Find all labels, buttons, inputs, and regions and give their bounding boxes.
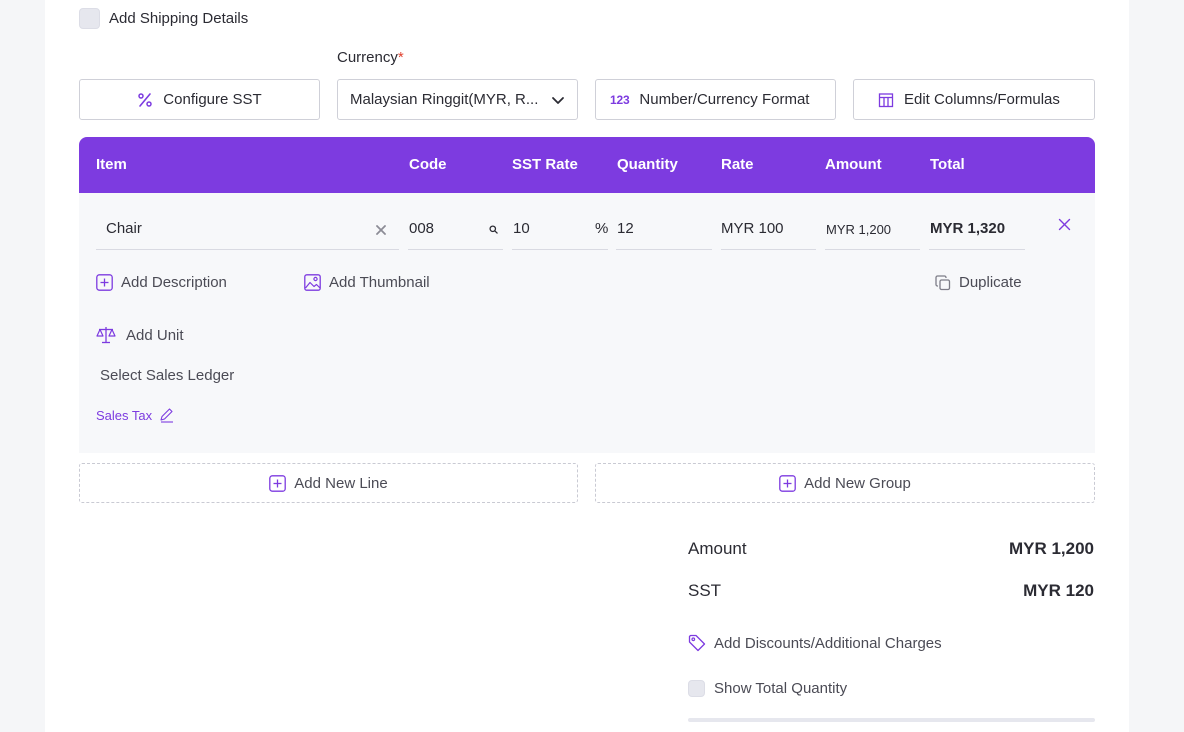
summary-sst-value: MYR 120 <box>1023 581 1094 600</box>
header-total: Total <box>930 156 965 173</box>
plus-square-icon <box>96 274 113 291</box>
pencil-icon <box>160 408 174 423</box>
header-amount: Amount <box>825 156 882 173</box>
rate-value: MYR 100 <box>721 220 784 237</box>
add-new-group-button[interactable]: Add New Group <box>595 463 1095 503</box>
duplicate-label: Duplicate <box>959 274 1022 291</box>
rate-field[interactable]: MYR 100 <box>721 193 816 250</box>
header-item: Item <box>96 156 127 173</box>
add-thumbnail-label: Add Thumbnail <box>329 274 430 291</box>
header-quantity: Quantity <box>617 156 678 173</box>
add-discounts-button[interactable]: Add Discounts/Additional Charges <box>688 634 942 652</box>
sst-rate-field[interactable]: 10 % <box>512 193 608 250</box>
total-field: MYR 1,320 <box>929 193 1025 250</box>
image-icon <box>304 274 321 291</box>
tag-icon <box>688 634 706 652</box>
code-value: 008 <box>409 220 435 237</box>
sales-tax-link[interactable]: Sales Tax <box>96 407 174 423</box>
percent-unit: % <box>595 220 609 237</box>
shipping-checkbox[interactable] <box>79 8 100 29</box>
item-name-field[interactable]: Chair <box>96 193 399 250</box>
amount-field: MYR 1,200 <box>825 193 920 250</box>
number-format-icon: 123 <box>610 92 630 107</box>
shipping-label: Add Shipping Details <box>109 10 249 27</box>
add-discounts-label: Add Discounts/Additional Charges <box>714 634 942 652</box>
currency-selected-value: Malaysian Ringgit(MYR, R... <box>350 91 539 108</box>
currency-select[interactable]: Malaysian Ringgit(MYR, R... <box>337 79 578 120</box>
configure-sst-button[interactable]: Configure SST <box>79 79 320 120</box>
add-new-group-label: Add New Group <box>804 474 911 492</box>
configure-sst-label: Configure SST <box>163 91 262 108</box>
percent-icon <box>138 92 153 107</box>
required-mark: * <box>397 49 404 66</box>
sales-tax-label: Sales Tax <box>96 407 153 423</box>
add-new-line-label: Add New Line <box>294 474 388 492</box>
edit-columns-label: Edit Columns/Formulas <box>904 91 1060 108</box>
items-table-header: Item Code SST Rate Quantity Rate Amount … <box>79 137 1095 193</box>
add-thumbnail-button[interactable]: Add Thumbnail <box>304 274 430 291</box>
quantity-field[interactable]: 12 <box>616 193 712 250</box>
scale-icon <box>96 327 116 344</box>
add-new-line-button[interactable]: Add New Line <box>79 463 578 503</box>
item-name-value: Chair <box>106 220 142 237</box>
currency-label-text: Currency <box>337 49 398 66</box>
duplicate-button[interactable]: Duplicate <box>935 274 1022 291</box>
delete-row-icon[interactable] <box>1058 218 1071 231</box>
show-total-quantity-checkbox[interactable] <box>688 680 705 697</box>
amount-value: MYR 1,200 <box>826 222 892 237</box>
clear-icon[interactable] <box>375 224 387 236</box>
search-icon[interactable] <box>489 225 498 234</box>
summary-sst-label: SST <box>688 581 722 600</box>
header-code: Code <box>409 156 447 173</box>
header-sst-rate: SST Rate <box>512 156 578 173</box>
copy-icon <box>935 274 951 290</box>
select-sales-ledger[interactable]: Select Sales Ledger <box>100 367 234 384</box>
add-unit-label: Add Unit <box>126 326 184 344</box>
add-unit-button[interactable]: Add Unit <box>96 326 184 344</box>
total-value: MYR 1,320 <box>930 220 1006 237</box>
summary-amount-value: MYR 1,200 <box>1008 539 1094 558</box>
header-rate: Rate <box>721 156 754 173</box>
edit-columns-button[interactable]: Edit Columns/Formulas <box>853 79 1095 120</box>
number-format-label: Number/Currency Format <box>639 91 810 108</box>
plus-square-icon <box>269 474 287 492</box>
summary-amount-label: Amount <box>688 539 747 558</box>
add-description-button[interactable]: Add Description <box>96 274 227 291</box>
show-total-quantity-label: Show Total Quantity <box>714 680 848 697</box>
chevron-down-icon <box>552 96 564 104</box>
summary-divider <box>688 718 1095 722</box>
add-description-label: Add Description <box>121 274 227 291</box>
code-field[interactable]: 008 <box>408 193 503 250</box>
currency-label: Currency* <box>337 49 404 66</box>
quantity-value: 12 <box>617 220 634 237</box>
number-format-button[interactable]: 123 Number/Currency Format <box>595 79 836 120</box>
plus-square-icon <box>779 474 796 492</box>
sst-rate-value: 10 <box>513 220 530 237</box>
table-columns-icon <box>878 92 894 107</box>
